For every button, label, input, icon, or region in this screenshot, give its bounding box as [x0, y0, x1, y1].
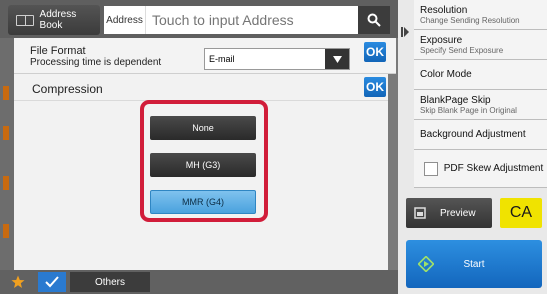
- setting-title: Color Mode: [420, 69, 472, 80]
- preview-label: Preview: [440, 207, 476, 219]
- setting-resolution[interactable]: Resolution Change Sending Resolution: [414, 0, 547, 30]
- setting-title: Resolution: [420, 4, 468, 16]
- others-button[interactable]: Others: [70, 272, 150, 292]
- file-format-select[interactable]: E-mail: [204, 48, 350, 70]
- compression-panel: Compression None MH (G3) MMR (G4): [14, 74, 388, 270]
- file-format-panel: File Format Processing time is dependent…: [14, 38, 396, 74]
- file-format-selected-value: E-mail: [209, 54, 235, 64]
- compression-ok-button[interactable]: OK: [364, 77, 386, 97]
- triangle-down-icon: [332, 55, 342, 63]
- pdf-skew-checkbox[interactable]: [423, 161, 438, 176]
- setting-subtitle: Skip Blank Page in Original: [420, 105, 517, 115]
- address-book-icon: [16, 14, 34, 26]
- address-book-label: Address Book: [39, 9, 77, 31]
- start-icon: [418, 256, 434, 272]
- setting-subtitle: Specify Send Exposure: [420, 45, 504, 55]
- preview-button[interactable]: Preview: [406, 198, 492, 228]
- setting-blank-page-skip[interactable]: BlankPage Skip Skip Blank Page in Origin…: [414, 90, 547, 120]
- compression-option-none[interactable]: None: [150, 116, 256, 140]
- star-icon: [11, 275, 25, 288]
- setting-title: Exposure: [420, 34, 463, 46]
- setting-title: Background Adjustment: [420, 129, 526, 140]
- start-button[interactable]: Start: [406, 240, 542, 288]
- play-arrow-icon: [401, 27, 409, 37]
- file-format-ok-button[interactable]: OK: [364, 42, 386, 62]
- clear-all-button[interactable]: CA: [500, 198, 542, 228]
- search-button[interactable]: [358, 6, 390, 34]
- expand-arrow[interactable]: [400, 20, 410, 44]
- setting-pdf-skew-adjustment[interactable]: PDF Skew Adjustment: [414, 150, 547, 188]
- check-icon: [45, 276, 59, 288]
- compression-title: Compression: [32, 82, 103, 96]
- address-label: Address: [104, 6, 146, 34]
- start-label: Start: [463, 258, 485, 270]
- address-book-button[interactable]: Address Book: [8, 5, 100, 35]
- search-icon: [367, 13, 381, 27]
- favorite-button[interactable]: [4, 272, 32, 292]
- setting-exposure[interactable]: Exposure Specify Send Exposure: [414, 30, 547, 60]
- address-input[interactable]: [146, 6, 358, 34]
- setting-subtitle: Change Sending Resolution: [420, 15, 520, 25]
- settings-list: Resolution Change Sending Resolution Exp…: [414, 0, 547, 188]
- file-format-subtitle: Processing time is dependent: [30, 57, 162, 68]
- preview-icon: [414, 207, 426, 219]
- check-button[interactable]: [38, 272, 66, 292]
- compression-option-mh-g3[interactable]: MH (G3): [150, 153, 256, 177]
- setting-color-mode[interactable]: Color Mode: [414, 60, 547, 90]
- file-format-title: File Format: [30, 45, 86, 57]
- compression-option-mmr-g4[interactable]: MMR (G4): [150, 190, 256, 214]
- pdf-skew-label: PDF Skew Adjustment: [443, 163, 544, 174]
- dropdown-button[interactable]: [325, 49, 349, 69]
- setting-background-adjustment[interactable]: Background Adjustment: [414, 120, 547, 150]
- background-side-strip: [0, 38, 14, 270]
- setting-title: BlankPage Skip: [420, 94, 491, 106]
